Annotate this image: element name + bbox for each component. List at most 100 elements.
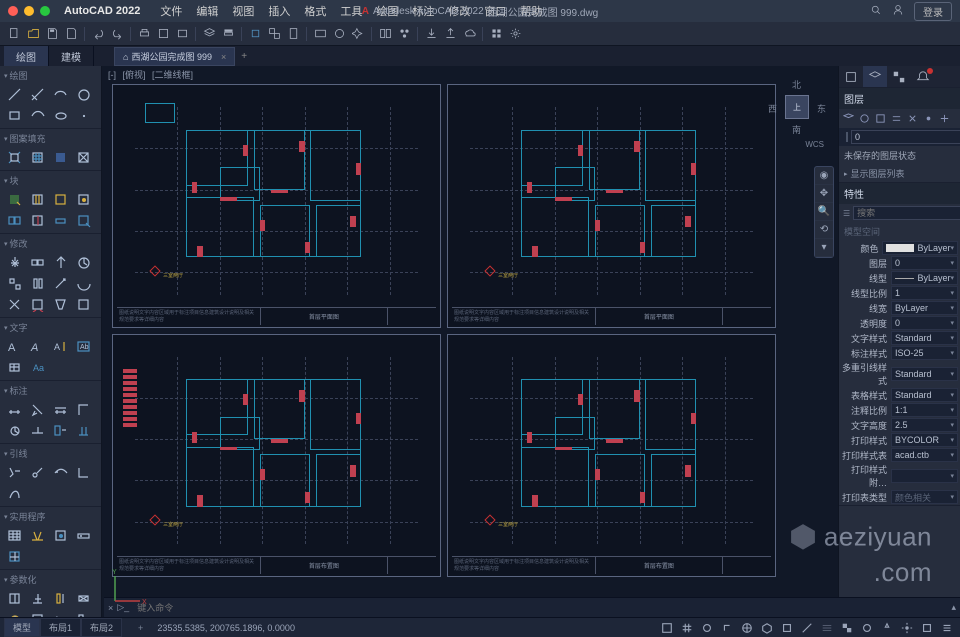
tool-4-0[interactable]: A xyxy=(3,336,25,356)
menu-工具[interactable]: 工具 xyxy=(340,3,362,19)
sb-iso-icon[interactable] xyxy=(758,620,776,636)
tool-5-1[interactable] xyxy=(26,399,48,419)
props-icon[interactable] xyxy=(220,26,236,42)
prop-value-13[interactable]: acad.ctb xyxy=(891,448,958,462)
file-tab-close-icon[interactable]: × xyxy=(221,52,226,62)
print-icon[interactable] xyxy=(136,26,152,42)
tool-0-7[interactable] xyxy=(72,105,94,125)
block-icon[interactable] xyxy=(247,26,263,42)
tool-3-6[interactable] xyxy=(49,273,71,293)
prop-value-7[interactable]: ISO-25 xyxy=(891,346,958,360)
import-icon[interactable] xyxy=(423,26,439,42)
viewport-breadcrumb[interactable]: [-] [俯视] [二维线框] xyxy=(108,68,197,81)
tool-7-3[interactable] xyxy=(72,525,94,545)
sb-clean-icon[interactable] xyxy=(918,620,936,636)
tool-6-0[interactable] xyxy=(3,462,25,482)
menu-插入[interactable]: 插入 xyxy=(268,3,290,19)
drawing-icon[interactable] xyxy=(174,26,190,42)
show-layer-list[interactable]: 显示图层列表 xyxy=(839,165,960,182)
file-tab[interactable]: ⌂ 西湖公园完成图 999 × xyxy=(114,47,235,66)
viewcube-top[interactable]: 上 xyxy=(785,95,809,119)
tool-3-1[interactable] xyxy=(26,252,48,272)
tool-0-6[interactable] xyxy=(49,105,71,125)
sb-snap-icon[interactable] xyxy=(698,620,716,636)
undo-icon[interactable] xyxy=(90,26,106,42)
tool-5-0[interactable] xyxy=(3,399,25,419)
tool-0-3[interactable] xyxy=(72,84,94,104)
crumb-view[interactable]: [俯视] xyxy=(123,70,146,80)
tool-2-6[interactable] xyxy=(49,210,71,230)
tool-2-5[interactable] xyxy=(26,210,48,230)
gear-icon[interactable] xyxy=(507,26,523,42)
minimize-window-button[interactable] xyxy=(24,6,34,16)
redo-icon[interactable] xyxy=(109,26,125,42)
sb-workspace-icon[interactable] xyxy=(898,620,916,636)
tool-4-3[interactable]: Ab xyxy=(72,336,94,356)
close-window-button[interactable] xyxy=(8,6,18,16)
status-tab-模型[interactable]: 模型 xyxy=(4,618,40,637)
viewcube-north[interactable]: 北 xyxy=(792,78,801,91)
sheet-icon[interactable] xyxy=(285,26,301,42)
nav-zoom-icon[interactable]: 🔍 xyxy=(815,203,833,221)
compare-icon[interactable] xyxy=(377,26,393,42)
export-icon[interactable] xyxy=(442,26,458,42)
layer-tb-3[interactable] xyxy=(873,111,888,126)
tool-group-实用程序[interactable]: 实用程序 xyxy=(0,509,101,524)
menu-视图[interactable]: 视图 xyxy=(232,3,254,19)
layer-state-label[interactable]: 未保存的图层状态 xyxy=(839,146,960,165)
tool-5-2[interactable] xyxy=(49,399,71,419)
tool-3-11[interactable] xyxy=(72,294,94,314)
tool-7-4[interactable] xyxy=(3,546,25,566)
tool-2-7[interactable] xyxy=(72,210,94,230)
tools-icon[interactable] xyxy=(350,26,366,42)
tool-5-4[interactable] xyxy=(3,420,25,440)
tool-6-1[interactable] xyxy=(26,462,48,482)
tool-8-4[interactable] xyxy=(3,609,25,617)
prop-value-10[interactable]: 1:1 xyxy=(891,403,958,417)
layer-tb-1[interactable] xyxy=(841,111,856,126)
nav-pan-icon[interactable]: ✥ xyxy=(815,185,833,203)
props-search-input[interactable] xyxy=(853,206,960,220)
cloud-icon[interactable] xyxy=(461,26,477,42)
tool-4-5[interactable]: Aa xyxy=(26,357,48,377)
layer-tb-6[interactable] xyxy=(921,111,936,126)
viewcube-east[interactable]: 东 xyxy=(817,102,826,115)
sb-track-icon[interactable] xyxy=(798,620,816,636)
appstore-icon[interactable] xyxy=(488,26,504,42)
tool-group-图案填充[interactable]: 图案填充 xyxy=(0,131,101,146)
tool-3-3[interactable] xyxy=(72,252,94,272)
prop-value-9[interactable]: Standard xyxy=(891,388,958,402)
view-icon[interactable] xyxy=(312,26,328,42)
publish-icon[interactable] xyxy=(155,26,171,42)
ribbon-tab-1[interactable]: 建模 xyxy=(49,46,94,66)
tool-group-文字[interactable]: 文字 xyxy=(0,320,101,335)
tool-5-7[interactable] xyxy=(72,420,94,440)
render-icon[interactable] xyxy=(331,26,347,42)
prop-value-14[interactable] xyxy=(891,469,958,483)
tool-group-块[interactable]: 块 xyxy=(0,173,101,188)
user-icon[interactable] xyxy=(892,4,904,19)
ucs-icon[interactable]: YX xyxy=(110,566,150,609)
sb-anno-icon[interactable] xyxy=(878,620,896,636)
tool-group-修改[interactable]: 修改 xyxy=(0,236,101,251)
prop-value-15[interactable]: 颜色相关 xyxy=(891,490,958,504)
tool-5-3[interactable] xyxy=(72,399,94,419)
sb-ortho-icon[interactable] xyxy=(718,620,736,636)
prop-value-8[interactable]: Standard xyxy=(891,367,958,381)
tool-0-5[interactable] xyxy=(26,105,48,125)
tool-7-2[interactable] xyxy=(49,525,71,545)
layer-color-swatch[interactable] xyxy=(846,132,848,142)
tool-group-标注[interactable]: 标注 xyxy=(0,383,101,398)
rp-tab-xref[interactable] xyxy=(887,66,911,87)
tool-8-5[interactable] xyxy=(26,609,48,617)
status-tab-布局2[interactable]: 布局2 xyxy=(81,618,122,637)
layer-name-input[interactable] xyxy=(851,130,960,144)
prop-value-5[interactable]: 0 xyxy=(891,316,958,330)
drawing-canvas[interactable]: [-] [俯视] [二维线框] 北 南 东 西 上 WCS ◉ ✥ 🔍 ⟲ ▾ … xyxy=(102,66,838,617)
tool-4-1[interactable]: A xyxy=(26,336,48,356)
tool-3-7[interactable] xyxy=(72,273,94,293)
tool-2-1[interactable] xyxy=(26,189,48,209)
wcs-label[interactable]: WCS xyxy=(805,140,824,149)
tool-0-4[interactable] xyxy=(3,105,25,125)
ribbon-tab-0[interactable]: 绘图 xyxy=(4,46,49,66)
